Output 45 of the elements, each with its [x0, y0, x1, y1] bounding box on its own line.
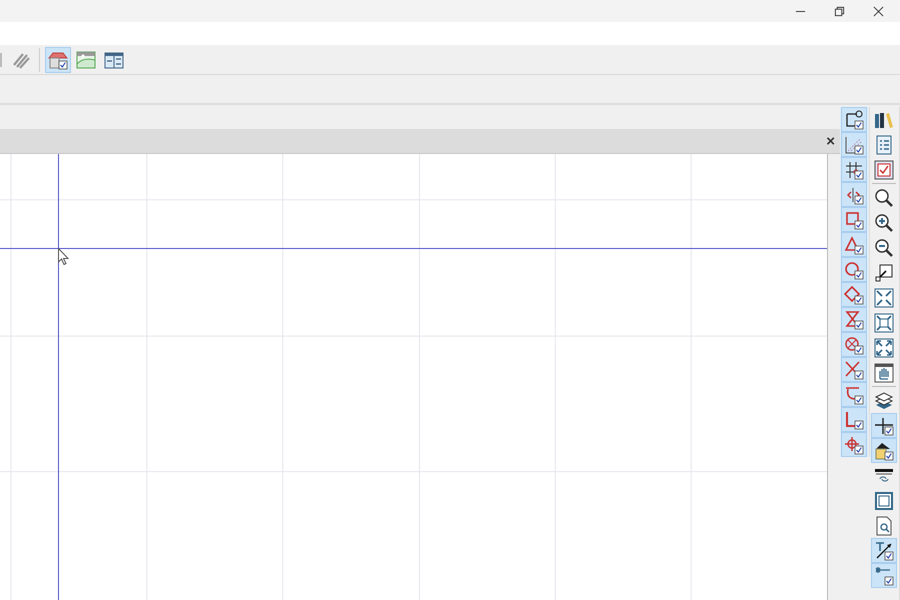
- hourglass-icon: [844, 310, 864, 330]
- fullscreen-icon: [874, 338, 894, 358]
- cursor-icon: [58, 248, 70, 265]
- house-checkbox-icon: [874, 440, 894, 460]
- arrows-inward-icon: [874, 288, 894, 308]
- cross-line-icon: [874, 416, 894, 436]
- zoom-in-icon: [874, 212, 894, 232]
- slope-lines-icon: [844, 134, 864, 154]
- close-icon[interactable]: [873, 6, 884, 16]
- arc-icon: [844, 384, 864, 404]
- toolbar-button[interactable]: [871, 538, 898, 563]
- dimension-icon: [874, 566, 894, 586]
- grid-icon: [844, 160, 864, 180]
- circle-icon: [844, 260, 864, 280]
- triangle-icon: [844, 234, 864, 254]
- frame-icon: [874, 490, 894, 510]
- step-icon: [844, 410, 864, 430]
- magnifier-icon: [874, 188, 894, 208]
- diamond-icon: [844, 284, 864, 304]
- house-icon: [48, 50, 68, 70]
- square-icon: [844, 210, 864, 230]
- list-icon: [874, 134, 894, 154]
- layers-icon: [874, 390, 894, 410]
- hand-icon: [874, 362, 894, 382]
- toolbar-button[interactable]: [841, 157, 868, 182]
- layout-icon: [104, 50, 124, 70]
- toolbar-button[interactable]: [871, 563, 898, 588]
- checkbox-icon: [874, 160, 894, 180]
- text-arrow-icon: [874, 540, 894, 560]
- circle-cross-icon: [844, 334, 864, 354]
- toolbar-button[interactable]: [841, 107, 868, 132]
- toolbar-button[interactable]: [871, 438, 898, 463]
- arrows-outward-icon: [874, 312, 894, 332]
- corner-icon: [844, 110, 864, 130]
- page-search-icon: [874, 516, 894, 536]
- toolbar-button[interactable]: [871, 413, 898, 438]
- landscape-icon: [76, 50, 96, 70]
- close-button[interactable]: ×: [826, 134, 835, 148]
- target-icon: [844, 434, 864, 454]
- zoom-out-icon: [874, 238, 894, 258]
- restore-icon[interactable]: [834, 6, 845, 16]
- cross-icon: [844, 360, 864, 380]
- toolbar-button[interactable]: [841, 132, 868, 157]
- zoom-box-icon: [874, 262, 894, 282]
- toolbar-button[interactable]: [841, 182, 868, 207]
